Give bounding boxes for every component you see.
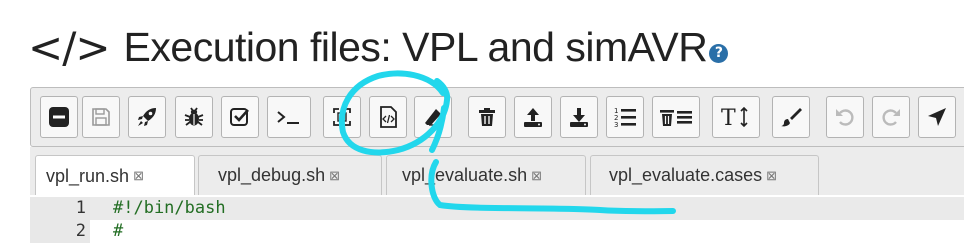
code-editor[interactable]: 1 #!/bin/bash 2 # bbox=[30, 195, 964, 244]
tab-vpl-run[interactable]: vpl_run.sh ⊠ bbox=[35, 155, 195, 196]
undo-button[interactable] bbox=[826, 96, 864, 138]
location-arrow-icon bbox=[928, 108, 946, 126]
text-height-icon: T bbox=[721, 106, 748, 129]
file-code-button[interactable] bbox=[369, 96, 407, 138]
theme-button[interactable] bbox=[772, 96, 810, 138]
svg-text:T: T bbox=[721, 106, 736, 129]
file-code-icon bbox=[380, 106, 397, 128]
paintbrush-icon bbox=[781, 108, 802, 127]
line-numbers-button[interactable]: 1 2 3 bbox=[606, 96, 644, 138]
floppy-icon bbox=[92, 108, 110, 126]
code-line: 2 # bbox=[30, 220, 964, 243]
navigate-button[interactable] bbox=[918, 96, 956, 138]
bug-icon bbox=[184, 107, 204, 126]
list-ol-icon: 1 2 3 bbox=[614, 107, 636, 129]
expand-icon bbox=[333, 108, 351, 126]
close-icon[interactable]: ⊠ bbox=[329, 168, 340, 184]
check-square-icon bbox=[230, 108, 249, 126]
font-size-button[interactable]: T bbox=[712, 96, 760, 138]
download-button[interactable] bbox=[560, 96, 598, 138]
minus-square-icon bbox=[49, 107, 69, 127]
code-text: #!/bin/bash bbox=[113, 198, 226, 218]
code-icon: </> bbox=[28, 22, 111, 72]
page-title-text: Execution files: VPL and simAVR bbox=[123, 23, 708, 70]
line-number: 2 bbox=[30, 220, 90, 243]
help-icon[interactable]: ? bbox=[709, 43, 729, 63]
save-button[interactable] bbox=[82, 96, 120, 138]
code-text: # bbox=[113, 221, 124, 241]
tab-label: vpl_run.sh bbox=[46, 165, 130, 186]
tab-vpl-debug[interactable]: vpl_debug.sh ⊠ bbox=[198, 155, 382, 195]
tab-vpl-evaluate-cases[interactable]: vpl_evaluate.cases ⊠ bbox=[590, 155, 819, 195]
terminal-icon bbox=[277, 111, 299, 124]
eraser-icon bbox=[425, 109, 441, 126]
redo-icon bbox=[882, 109, 900, 126]
tab-label: vpl_debug.sh bbox=[218, 165, 326, 185]
delete-button[interactable] bbox=[468, 96, 506, 138]
page-title: </> Execution files: VPL and simAVR ? bbox=[28, 22, 729, 72]
trash-list-icon bbox=[660, 110, 692, 126]
download-icon bbox=[570, 108, 588, 127]
trash-icon bbox=[479, 108, 495, 126]
undo-icon bbox=[836, 109, 854, 126]
upload-button[interactable] bbox=[514, 96, 552, 138]
delete-all-button[interactable] bbox=[652, 96, 700, 138]
redo-button[interactable] bbox=[872, 96, 910, 138]
svg-text:3: 3 bbox=[614, 121, 618, 129]
code-line: 1 #!/bin/bash bbox=[30, 197, 964, 220]
fullscreen-button[interactable] bbox=[323, 96, 361, 138]
tab-vpl-evaluate[interactable]: vpl_evaluate.sh ⊠ bbox=[386, 155, 586, 195]
rename-button[interactable] bbox=[414, 96, 452, 138]
file-tabs: vpl_run.sh ⊠ vpl_debug.sh ⊠ vpl_evaluate… bbox=[30, 147, 964, 196]
close-icon[interactable]: ⊠ bbox=[766, 168, 777, 184]
console-button[interactable] bbox=[267, 96, 311, 138]
debug-button[interactable] bbox=[175, 96, 213, 138]
close-icon[interactable]: ⊠ bbox=[133, 168, 144, 184]
menu-toggle-button[interactable] bbox=[40, 96, 78, 138]
run-button[interactable] bbox=[128, 96, 166, 138]
tab-label: vpl_evaluate.cases bbox=[609, 165, 763, 185]
editor-toolbar: 1 2 3 T bbox=[30, 87, 964, 147]
line-number: 1 bbox=[30, 197, 90, 220]
close-icon[interactable]: ⊠ bbox=[531, 168, 542, 184]
evaluate-button[interactable] bbox=[221, 96, 259, 138]
rocket-icon bbox=[138, 108, 156, 126]
tab-label: vpl_evaluate.sh bbox=[402, 165, 528, 185]
upload-icon bbox=[524, 108, 542, 127]
